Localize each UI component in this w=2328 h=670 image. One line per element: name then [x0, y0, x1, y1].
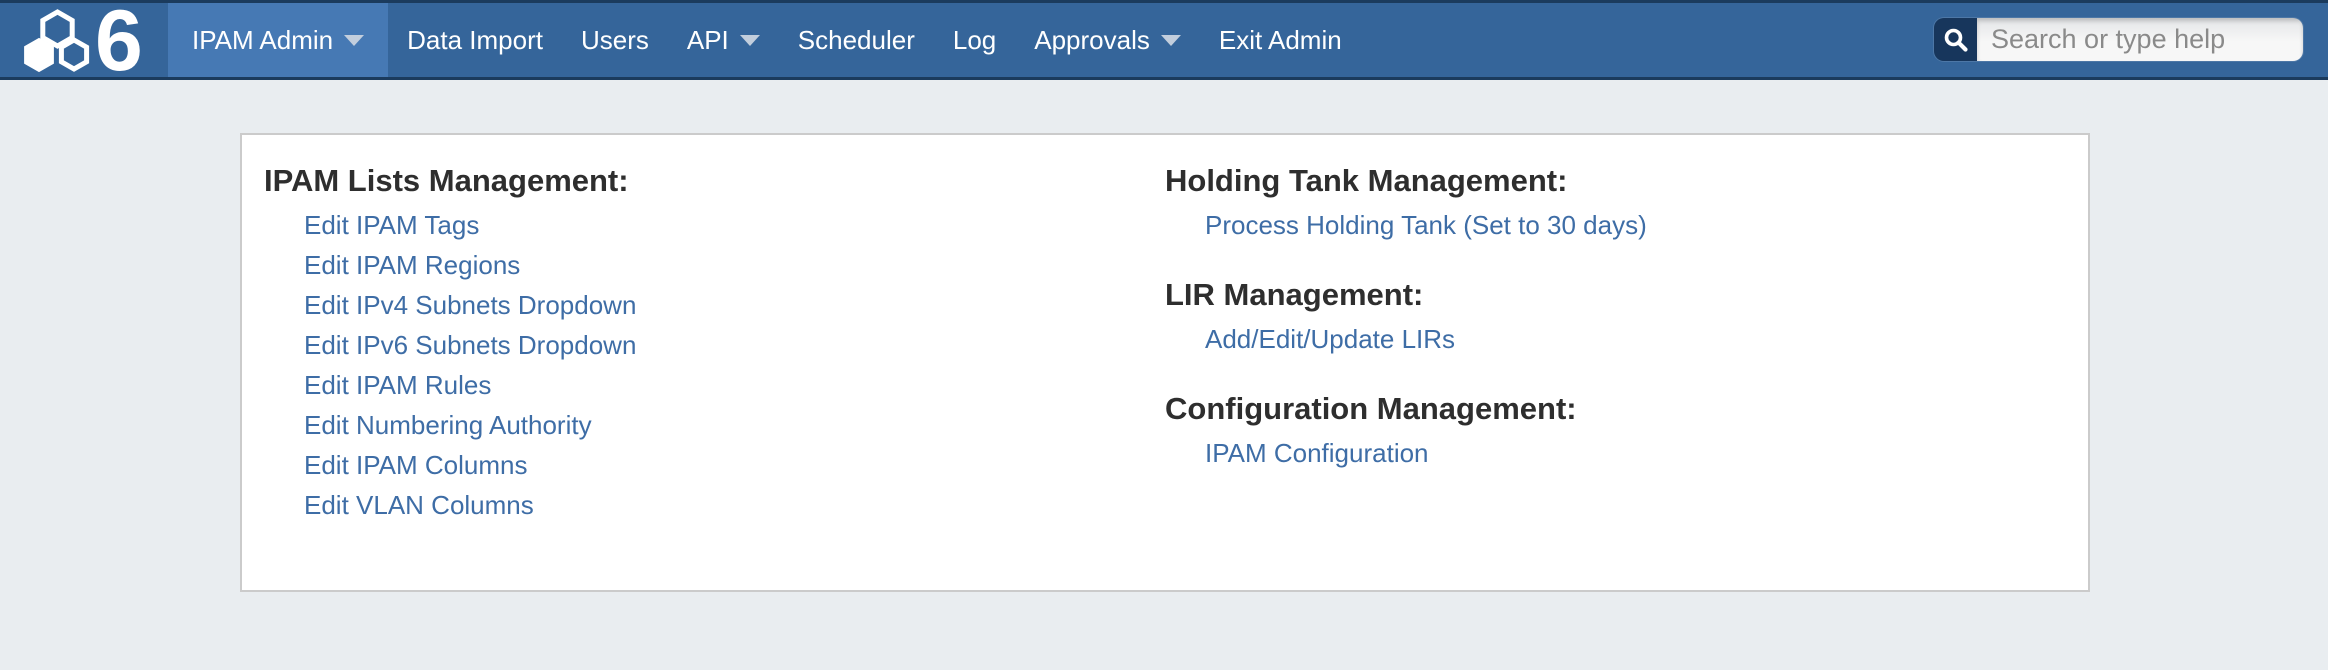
nav-item-label: Scheduler — [798, 25, 915, 56]
link-process-holding-tank[interactable]: Process Holding Tank (Set to 30 days) — [1205, 205, 2088, 245]
section-holding-tank-management: Holding Tank Management: Process Holding… — [1165, 161, 2088, 245]
nav-item-label: IPAM Admin — [192, 25, 333, 56]
nav-item-ipam-admin[interactable]: IPAM Admin — [168, 3, 388, 77]
link-edit-ipv4-subnets-dropdown[interactable]: Edit IPv4 Subnets Dropdown — [304, 285, 1165, 325]
nav-item-exit-admin[interactable]: Exit Admin — [1200, 3, 1361, 77]
nav-item-users[interactable]: Users — [562, 3, 668, 77]
nav-item-label: Data Import — [407, 25, 543, 56]
nav-item-label: Users — [581, 25, 649, 56]
link-add-edit-update-lirs[interactable]: Add/Edit/Update LIRs — [1205, 319, 2088, 359]
section-lir-management: LIR Management: Add/Edit/Update LIRs — [1165, 275, 2088, 359]
link-edit-ipam-tags[interactable]: Edit IPAM Tags — [304, 205, 1165, 245]
nav-item-label: Approvals — [1034, 25, 1150, 56]
section-heading: Configuration Management: — [1165, 389, 2088, 429]
nav-item-label: Log — [953, 25, 996, 56]
global-search — [1934, 18, 2303, 61]
link-edit-ipam-regions[interactable]: Edit IPAM Regions — [304, 245, 1165, 285]
search-input[interactable] — [1977, 18, 2303, 61]
nav-item-label: API — [687, 25, 729, 56]
nav-item-data-import[interactable]: Data Import — [388, 3, 562, 77]
nav-item-scheduler[interactable]: Scheduler — [779, 3, 934, 77]
logo-six: 6 — [95, 7, 143, 73]
chevron-down-icon — [1161, 35, 1181, 46]
section-heading: Holding Tank Management: — [1165, 161, 2088, 201]
search-button[interactable] — [1934, 18, 1977, 61]
provision-logo[interactable]: 6 — [0, 3, 168, 77]
nav-item-approvals[interactable]: Approvals — [1015, 3, 1200, 77]
section-heading: IPAM Lists Management: — [264, 161, 1165, 201]
search-icon — [1943, 27, 1969, 53]
nav-menu: IPAM Admin Data Import Users API Schedul… — [168, 3, 1361, 77]
chevron-down-icon — [740, 35, 760, 46]
link-edit-ipam-rules[interactable]: Edit IPAM Rules — [304, 365, 1165, 405]
section-heading: LIR Management: — [1165, 275, 2088, 315]
admin-panel-card: IPAM Lists Management: Edit IPAM Tags Ed… — [240, 133, 2090, 592]
link-ipam-configuration[interactable]: IPAM Configuration — [1205, 433, 2088, 473]
chevron-down-icon — [344, 35, 364, 46]
nav-item-api[interactable]: API — [668, 3, 779, 77]
section-configuration-management: Configuration Management: IPAM Configura… — [1165, 389, 2088, 473]
link-edit-ipam-columns[interactable]: Edit IPAM Columns — [304, 445, 1165, 485]
6connect-hexagon-logo-icon: 6 — [23, 7, 153, 73]
link-edit-numbering-authority[interactable]: Edit Numbering Authority — [304, 405, 1165, 445]
nav-item-log[interactable]: Log — [934, 3, 1015, 77]
nav-item-label: Exit Admin — [1219, 25, 1342, 56]
top-navbar: 6 IPAM Admin Data Import Users API Sched… — [0, 0, 2328, 80]
section-ipam-lists-management: IPAM Lists Management: Edit IPAM Tags Ed… — [264, 161, 1165, 525]
link-edit-ipv6-subnets-dropdown[interactable]: Edit IPv6 Subnets Dropdown — [304, 325, 1165, 365]
link-edit-vlan-columns[interactable]: Edit VLAN Columns — [304, 485, 1165, 525]
right-column: Holding Tank Management: Process Holding… — [1165, 135, 2088, 590]
left-column: IPAM Lists Management: Edit IPAM Tags Ed… — [242, 135, 1165, 590]
